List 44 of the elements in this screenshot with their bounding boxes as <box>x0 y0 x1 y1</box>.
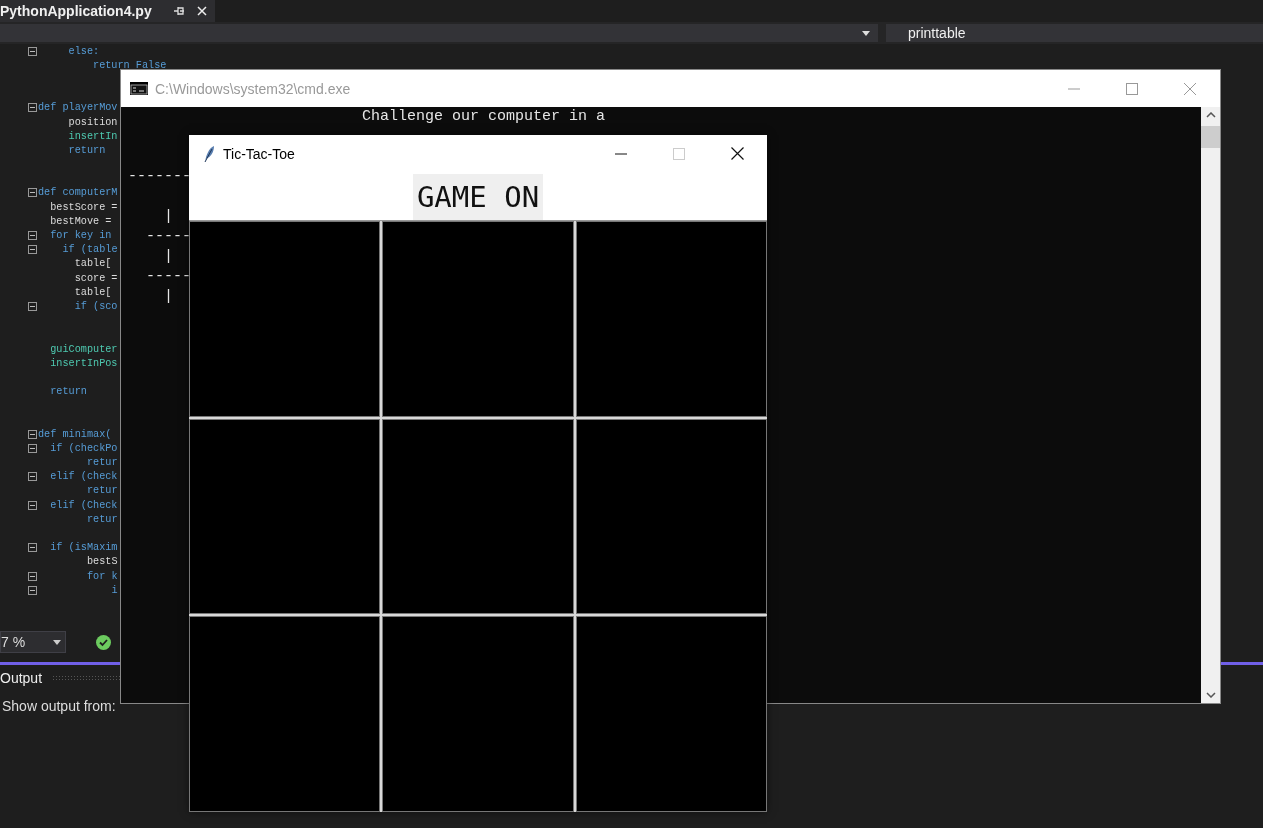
editor-tab[interactable]: PythonApplication4.py <box>0 0 215 22</box>
code-line: return <box>50 386 87 398</box>
code-line: i <box>111 584 118 596</box>
code-line: return False <box>93 59 167 71</box>
code-line: retur <box>86 485 118 497</box>
code-line: if (table <box>62 244 118 256</box>
console-text: ----- <box>146 228 192 245</box>
code-line: bestScore = <box>50 201 118 213</box>
code-line: elif (Check <box>50 499 118 511</box>
code-line: def playerMov <box>38 102 118 114</box>
code-line: if (checkPo <box>50 442 118 454</box>
code-line: for k <box>86 570 118 582</box>
console-text: | <box>164 208 174 225</box>
code-line: insertIn <box>68 130 118 142</box>
code-line: def computerM <box>38 187 118 199</box>
console-text: Challenge our computer in a <box>362 108 606 125</box>
code-line: elif (check <box>50 471 118 483</box>
window-title: C:\Windows\system32\cmd.exe <box>155 80 352 97</box>
code-line: for key in <box>50 230 112 242</box>
code-line: retur <box>86 457 118 469</box>
code-line: table[ <box>74 258 112 270</box>
code-line: return <box>68 144 106 156</box>
game-status-label: GAME ON <box>412 174 544 220</box>
code-line: table[ <box>74 286 112 298</box>
code-line: position <box>68 116 118 128</box>
code-line: else: <box>68 45 100 57</box>
code-line: guiComputer <box>50 343 118 355</box>
code-line: score = <box>74 272 118 284</box>
code-line: if (sco <box>74 300 118 312</box>
code-line: if (isMaxim <box>50 542 118 554</box>
console-text: | <box>164 288 174 305</box>
code-line: insertInPos <box>50 357 118 369</box>
window-title: Tic-Tac-Toe <box>223 145 296 162</box>
output-source-label: Show output from: <box>2 698 116 714</box>
console-text: ------- <box>128 168 191 185</box>
code-line: bestMove = <box>50 215 112 227</box>
code-line: bestS <box>86 556 118 568</box>
code-line: retur <box>86 513 118 525</box>
member-dropdown[interactable]: printtable <box>886 24 1263 42</box>
panel-title: Output <box>0 670 43 686</box>
console-text: | <box>164 248 174 265</box>
zoom-dropdown[interactable]: 7 % <box>0 631 66 653</box>
code-line: def minimax( <box>38 428 112 440</box>
console-text: ----- <box>146 268 192 285</box>
